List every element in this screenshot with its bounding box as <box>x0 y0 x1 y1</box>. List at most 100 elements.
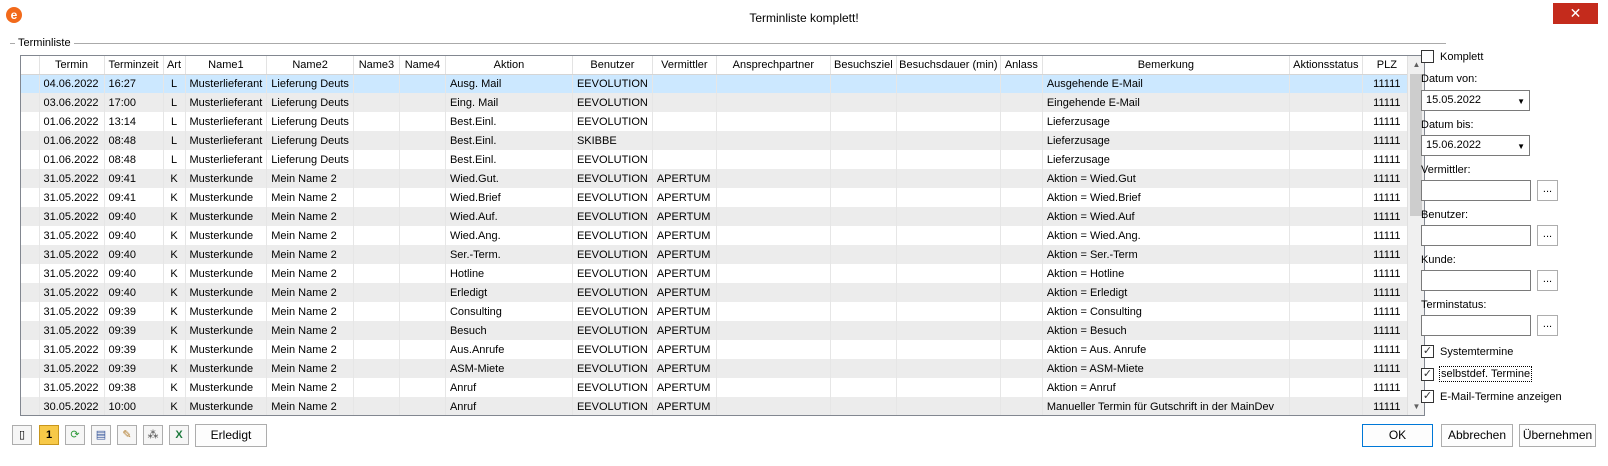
table-cell <box>896 93 1001 112</box>
table-row[interactable]: 31.05.2022 09:40 K Musterkunde Mein Name 2 Wi… <box>21 226 1412 245</box>
table-row[interactable]: 01.06.2022 13:14 L Musterlieferant Lieferung… <box>21 112 1412 131</box>
appointment-grid[interactable]: Termin Terminzeit Art Name1 Name2 Name3 Name4 A… <box>20 55 1425 416</box>
column-header[interactable]: Art <box>163 56 186 75</box>
column-header[interactable]: Termin <box>39 56 105 75</box>
table-cell: Musterlieferant <box>185 74 268 93</box>
priority-icon[interactable]: 1 <box>39 425 59 445</box>
row-header[interactable] <box>21 226 40 245</box>
row-header[interactable] <box>21 112 40 131</box>
row-header[interactable] <box>21 302 40 321</box>
table-row[interactable]: 31.05.2022 09:40 K Musterkunde Mein Name 2 Ho… <box>21 264 1412 283</box>
table-row[interactable]: 31.05.2022 09:39 K Musterkunde Mein Name 2 Au… <box>21 340 1412 359</box>
column-header[interactable]: Name2 <box>266 56 354 75</box>
email-termine-checkbox[interactable]: ✓ <box>1421 390 1434 403</box>
row-header[interactable] <box>21 378 40 397</box>
terminstatus-input[interactable] <box>1421 315 1531 336</box>
table-row[interactable]: 04.06.2022 16:27 L Musterlieferant Lieferung… <box>21 74 1412 93</box>
column-header[interactable]: Name3 <box>353 56 400 75</box>
table-row[interactable]: 31.05.2022 09:40 K Musterkunde Mein Name 2 Se… <box>21 245 1412 264</box>
filter-icon[interactable]: ⁂ <box>143 425 163 445</box>
table-cell <box>830 150 897 169</box>
row-header[interactable] <box>21 321 40 340</box>
chevron-down-icon[interactable]: ▼ <box>1517 97 1525 106</box>
table-row[interactable]: 31.05.2022 09:38 K Musterkunde Mein Name 2 An… <box>21 378 1412 397</box>
row-header[interactable] <box>21 188 40 207</box>
table-cell <box>353 245 400 264</box>
row-header[interactable] <box>21 131 40 150</box>
close-button[interactable]: ✕ <box>1553 3 1598 24</box>
column-header[interactable]: Benutzer <box>572 56 653 75</box>
excel-icon[interactable]: X <box>169 425 189 445</box>
table-row[interactable]: 03.06.2022 17:00 L Musterlieferant Lieferung… <box>21 93 1412 112</box>
row-header[interactable] <box>21 397 40 415</box>
benutzer-input[interactable] <box>1421 225 1531 246</box>
datum-von-picker[interactable]: 15.05.2022 ▼ <box>1421 90 1530 111</box>
table-row[interactable]: 31.05.2022 09:40 K Musterkunde Mein Name 2 Er… <box>21 283 1412 302</box>
row-header[interactable] <box>21 359 40 378</box>
table-row[interactable]: 31.05.2022 09:39 K Musterkunde Mein Name 2 Co… <box>21 302 1412 321</box>
column-header[interactable]: Besuchsziel <box>830 56 897 75</box>
row-header[interactable] <box>21 264 40 283</box>
table-cell: EEVOLUTION <box>572 112 653 131</box>
refresh-icon[interactable]: ⟳ <box>65 425 85 445</box>
table-cell: 31.05.2022 <box>39 321 105 340</box>
selbstdef-checkbox[interactable]: ✓ <box>1421 368 1434 381</box>
row-header[interactable] <box>21 283 40 302</box>
column-header[interactable]: Aktion <box>445 56 573 75</box>
table-cell <box>1000 397 1043 415</box>
row-header[interactable] <box>21 207 40 226</box>
column-header[interactable]: Besuchsdauer (min) <box>896 56 1001 75</box>
table-cell: 10:00 <box>104 397 164 415</box>
row-header[interactable] <box>21 74 40 93</box>
benutzer-browse-button[interactable]: ... <box>1537 225 1558 246</box>
abbrechen-button[interactable]: Abbrechen <box>1441 424 1513 447</box>
print-icon[interactable]: ▤ <box>91 425 111 445</box>
terminstatus-browse-button[interactable]: ... <box>1537 315 1558 336</box>
row-header[interactable] <box>21 169 40 188</box>
column-header[interactable]: Name4 <box>399 56 446 75</box>
datum-bis-value: 15.06.2022 <box>1426 139 1482 151</box>
table-cell: 11111 <box>1362 359 1412 378</box>
ok-button[interactable]: OK <box>1362 424 1433 447</box>
table-row[interactable]: 01.06.2022 08:48 L Musterlieferant Lieferung… <box>21 150 1412 169</box>
table-row[interactable]: 30.05.2022 10:00 K Musterkunde Mein Name 2 An… <box>21 397 1412 415</box>
erledigt-button[interactable]: Erledigt <box>195 424 267 447</box>
chevron-down-icon[interactable]: ▼ <box>1517 142 1525 151</box>
kunde-input[interactable] <box>1421 270 1531 291</box>
vermittler-input[interactable] <box>1421 180 1531 201</box>
row-header[interactable] <box>21 340 40 359</box>
column-header[interactable]: Terminzeit <box>104 56 164 75</box>
column-header[interactable]: Anlass <box>1000 56 1043 75</box>
column-header[interactable]: Aktionsstatus <box>1289 56 1363 75</box>
table-row[interactable]: 31.05.2022 09:41 K Musterkunde Mein Name 2 Wi… <box>21 188 1412 207</box>
table-cell: K <box>163 207 186 226</box>
column-header[interactable]: Vermittler <box>652 56 717 75</box>
column-header[interactable]: Ansprechpartner <box>716 56 831 75</box>
table-cell: Aktion = Hotline <box>1042 264 1290 283</box>
details-icon[interactable]: ▯ <box>12 425 32 445</box>
table-row[interactable]: 31.05.2022 09:41 K Musterkunde Mein Name 2 Wi… <box>21 169 1412 188</box>
table-cell: 11111 <box>1362 112 1412 131</box>
row-header[interactable] <box>21 93 40 112</box>
column-header[interactable]: Name1 <box>185 56 268 75</box>
table-row[interactable]: 01.06.2022 08:48 L Musterlieferant Lieferung… <box>21 131 1412 150</box>
table-cell: K <box>163 321 186 340</box>
datum-bis-picker[interactable]: 15.06.2022 ▼ <box>1421 135 1530 156</box>
row-header[interactable] <box>21 150 40 169</box>
table-row[interactable]: 31.05.2022 09:39 K Musterkunde Mein Name 2 AS… <box>21 359 1412 378</box>
table-cell <box>1000 131 1043 150</box>
vermittler-browse-button[interactable]: ... <box>1537 180 1558 201</box>
table-row[interactable]: 31.05.2022 09:39 K Musterkunde Mein Name 2 Be… <box>21 321 1412 340</box>
column-header[interactable]: Bemerkung <box>1042 56 1290 75</box>
column-header[interactable]: PLZ <box>1362 56 1412 75</box>
table-row[interactable]: 31.05.2022 09:40 K Musterkunde Mein Name 2 Wi… <box>21 207 1412 226</box>
row-header[interactable] <box>21 245 40 264</box>
kunde-browse-button[interactable]: ... <box>1537 270 1558 291</box>
komplett-checkbox[interactable] <box>1421 50 1434 63</box>
edit-icon[interactable]: ✎ <box>117 425 137 445</box>
table-cell: 09:39 <box>104 302 164 321</box>
table-cell: APERTUM <box>652 283 717 302</box>
systemtermine-checkbox[interactable]: ✓ <box>1421 345 1434 358</box>
table-cell <box>353 131 400 150</box>
uebernehmen-button[interactable]: Übernehmen <box>1519 424 1596 447</box>
